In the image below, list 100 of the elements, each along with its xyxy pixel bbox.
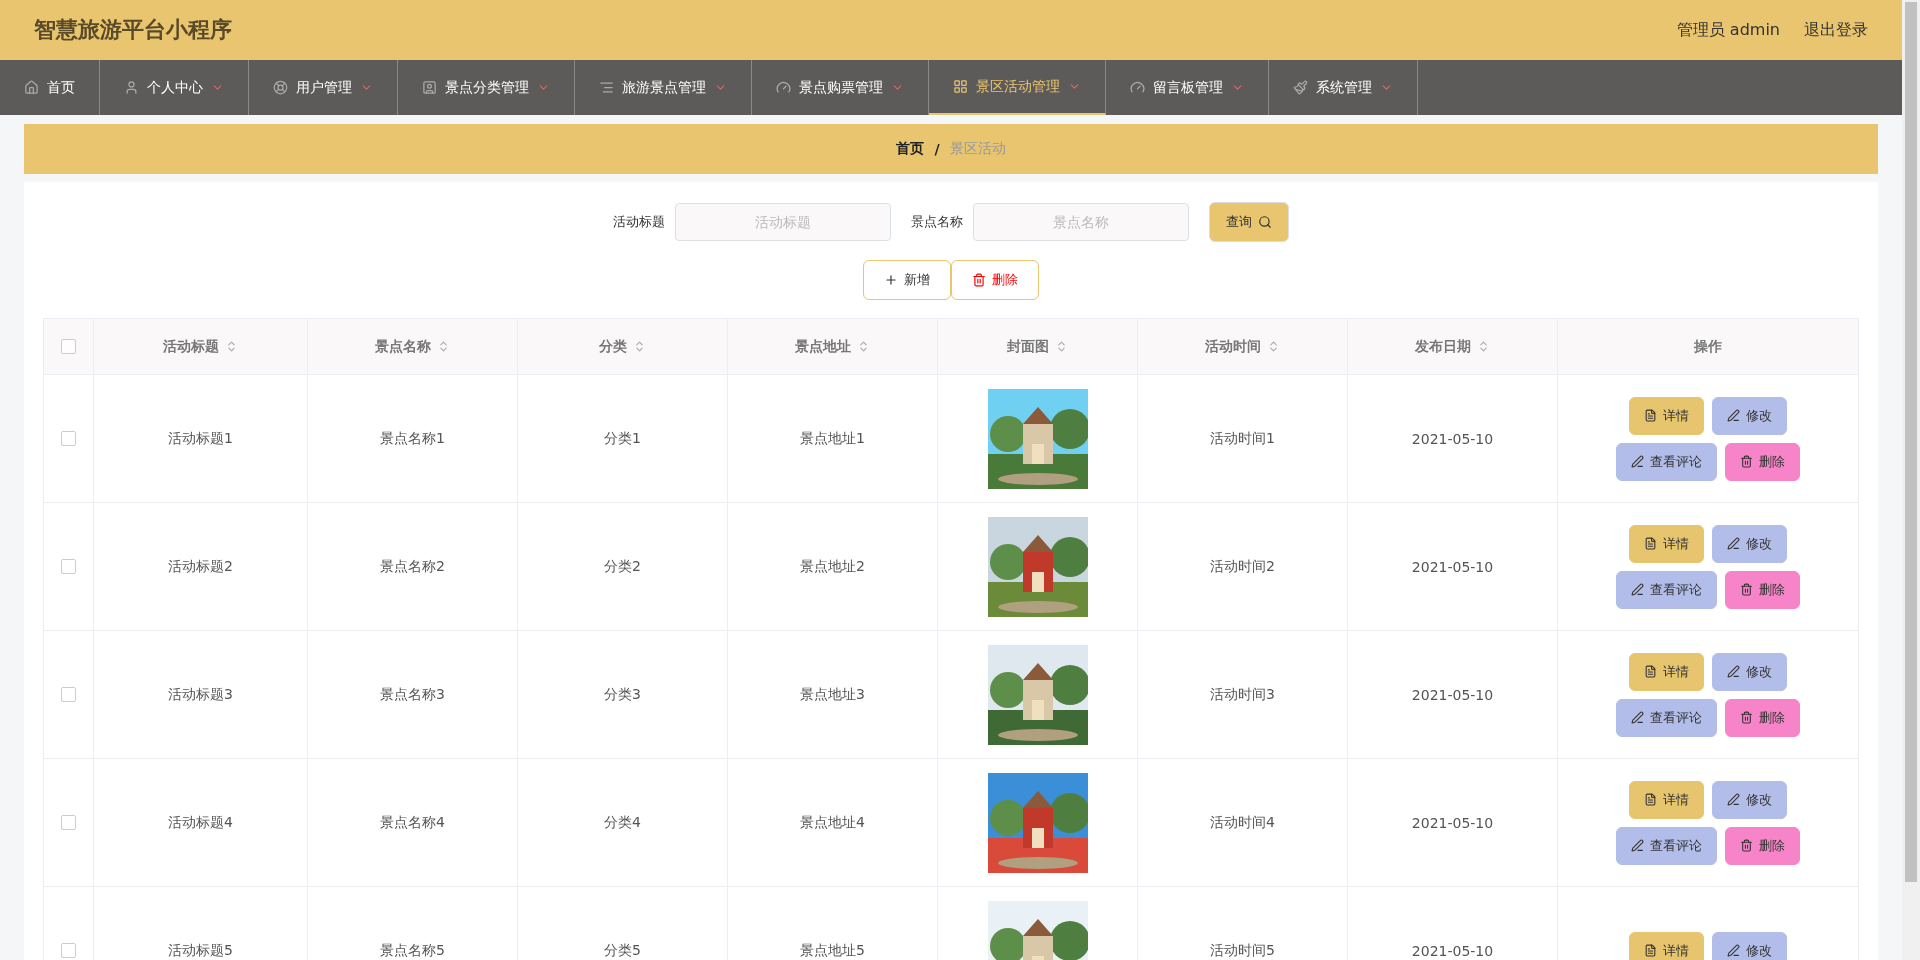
column-header: 景点名称 xyxy=(375,337,431,356)
detail-button[interactable]: 详情 xyxy=(1629,652,1704,691)
user-icon xyxy=(124,80,139,95)
search-field[interactable]: 活动标题 xyxy=(675,203,891,241)
pen-icon xyxy=(1631,583,1644,596)
delete-button[interactable]: 删除 xyxy=(951,260,1039,300)
checkbox[interactable] xyxy=(61,943,76,958)
pen-icon xyxy=(1727,409,1740,422)
table-cell: 活动时间3 xyxy=(1210,685,1275,704)
column-header: 活动标题 xyxy=(163,337,219,356)
edit-button[interactable]: 修改 xyxy=(1712,524,1787,563)
gauge-icon xyxy=(1130,80,1145,95)
detail-button[interactable]: 详情 xyxy=(1629,780,1704,819)
checkbox[interactable] xyxy=(61,559,76,574)
pen-icon xyxy=(1727,793,1740,806)
table-cell: 景点地址4 xyxy=(800,813,865,832)
table-cell: 活动时间2 xyxy=(1210,557,1275,576)
sort-icon[interactable] xyxy=(633,340,646,353)
document-icon xyxy=(1644,665,1657,678)
pen-icon xyxy=(1631,839,1644,852)
table-cell: 活动时间5 xyxy=(1210,941,1275,960)
table-cell: 景点名称1 xyxy=(380,429,445,448)
trash-icon xyxy=(1740,839,1753,852)
checkbox[interactable] xyxy=(61,815,76,830)
search-field[interactable]: 景点名称 xyxy=(973,203,1189,241)
logout-link[interactable]: 退出登录 xyxy=(1804,19,1868,41)
column-header: 封面图 xyxy=(1007,337,1049,356)
search-button[interactable]: 查询 xyxy=(1209,202,1289,242)
document-icon xyxy=(1644,944,1657,957)
edit-button[interactable]: 修改 xyxy=(1712,931,1787,960)
checkbox[interactable] xyxy=(61,339,76,354)
lifebuoy-icon xyxy=(273,80,288,95)
trash-icon xyxy=(1740,711,1753,724)
table-cell: 2021-05-10 xyxy=(1411,686,1494,703)
sort-icon[interactable] xyxy=(225,340,238,353)
table-cell: 2021-05-10 xyxy=(1411,814,1494,831)
table-cell: 分类5 xyxy=(604,941,641,960)
search-icon xyxy=(1258,215,1272,229)
detail-button[interactable]: 详情 xyxy=(1629,524,1704,563)
table-cell: 景点地址1 xyxy=(800,429,865,448)
table-cell: 活动时间4 xyxy=(1210,813,1275,832)
column-header: 分类 xyxy=(599,337,627,356)
nav-item[interactable]: 景点分类管理 xyxy=(398,60,575,115)
column-header: 活动时间 xyxy=(1205,337,1261,356)
plus-icon xyxy=(884,273,898,287)
field-label: 景点名称 xyxy=(911,213,963,231)
field-label: 活动标题 xyxy=(613,213,665,231)
nav-item[interactable]: 首页 xyxy=(0,60,100,115)
breadcrumb-link[interactable]: 首页 xyxy=(896,140,925,158)
add-button[interactable]: 新增 xyxy=(863,260,951,300)
table-cell: 活动标题2 xyxy=(168,557,233,576)
gauge-icon xyxy=(776,80,791,95)
app-title: 智慧旅游平台小程序 xyxy=(34,16,232,44)
pen-icon xyxy=(1727,944,1740,957)
edit-button[interactable]: 修改 xyxy=(1712,780,1787,819)
table-cell: 分类3 xyxy=(604,685,641,704)
scrollbar-thumb[interactable] xyxy=(1905,2,1917,882)
nav-item[interactable]: 用户管理 xyxy=(249,60,398,115)
nav-item[interactable]: 景点购票管理 xyxy=(752,60,929,115)
breadcrumb-current: 景区活动 xyxy=(949,140,1006,158)
sort-icon[interactable] xyxy=(1477,340,1490,353)
breadcrumb-separator: / xyxy=(934,141,940,157)
checkbox[interactable] xyxy=(61,687,76,702)
table-cell: 景点名称5 xyxy=(380,941,445,960)
column-header: 发布日期 xyxy=(1415,337,1471,356)
nav-item[interactable]: 景区活动管理 xyxy=(929,60,1106,115)
table-cell: 2021-05-10 xyxy=(1411,942,1494,959)
delete-row-button[interactable]: 删除 xyxy=(1725,442,1800,481)
table-cell: 活动标题5 xyxy=(168,941,233,960)
checkbox[interactable] xyxy=(61,431,76,446)
comments-button[interactable]: 查看评论 xyxy=(1616,570,1717,609)
document-icon xyxy=(1644,793,1657,806)
nav-item[interactable]: 个人中心 xyxy=(100,60,249,115)
table-cell: 景点名称3 xyxy=(380,685,445,704)
trash-icon xyxy=(1740,455,1753,468)
list-icon xyxy=(599,80,614,95)
comments-button[interactable]: 查看评论 xyxy=(1616,442,1717,481)
sort-icon[interactable] xyxy=(437,340,450,353)
delete-row-button[interactable]: 删除 xyxy=(1725,698,1800,737)
comments-button[interactable]: 查看评论 xyxy=(1616,698,1717,737)
comments-button[interactable]: 查看评论 xyxy=(1616,826,1717,865)
trash-icon xyxy=(1740,583,1753,596)
detail-button[interactable]: 详情 xyxy=(1629,931,1704,960)
edit-button[interactable]: 修改 xyxy=(1712,652,1787,691)
nav-item[interactable]: 旅游景点管理 xyxy=(575,60,752,115)
table-cell: 分类1 xyxy=(604,429,641,448)
edit-button[interactable]: 修改 xyxy=(1712,396,1787,435)
sort-icon[interactable] xyxy=(1055,340,1068,353)
detail-button[interactable]: 详情 xyxy=(1629,396,1704,435)
column-header: 景点地址 xyxy=(795,337,851,356)
delete-row-button[interactable]: 删除 xyxy=(1725,826,1800,865)
delete-row-button[interactable]: 删除 xyxy=(1725,570,1800,609)
sort-icon[interactable] xyxy=(857,340,870,353)
column-header: 操作 xyxy=(1694,337,1722,356)
nav-item[interactable]: 留言板管理 xyxy=(1106,60,1269,115)
sort-icon[interactable] xyxy=(1267,340,1280,353)
table-cell: 景点名称4 xyxy=(380,813,445,832)
table-cell: 景点地址5 xyxy=(800,941,865,960)
nav-item[interactable]: 系统管理 xyxy=(1269,60,1418,115)
table-cell: 2021-05-10 xyxy=(1411,430,1494,447)
